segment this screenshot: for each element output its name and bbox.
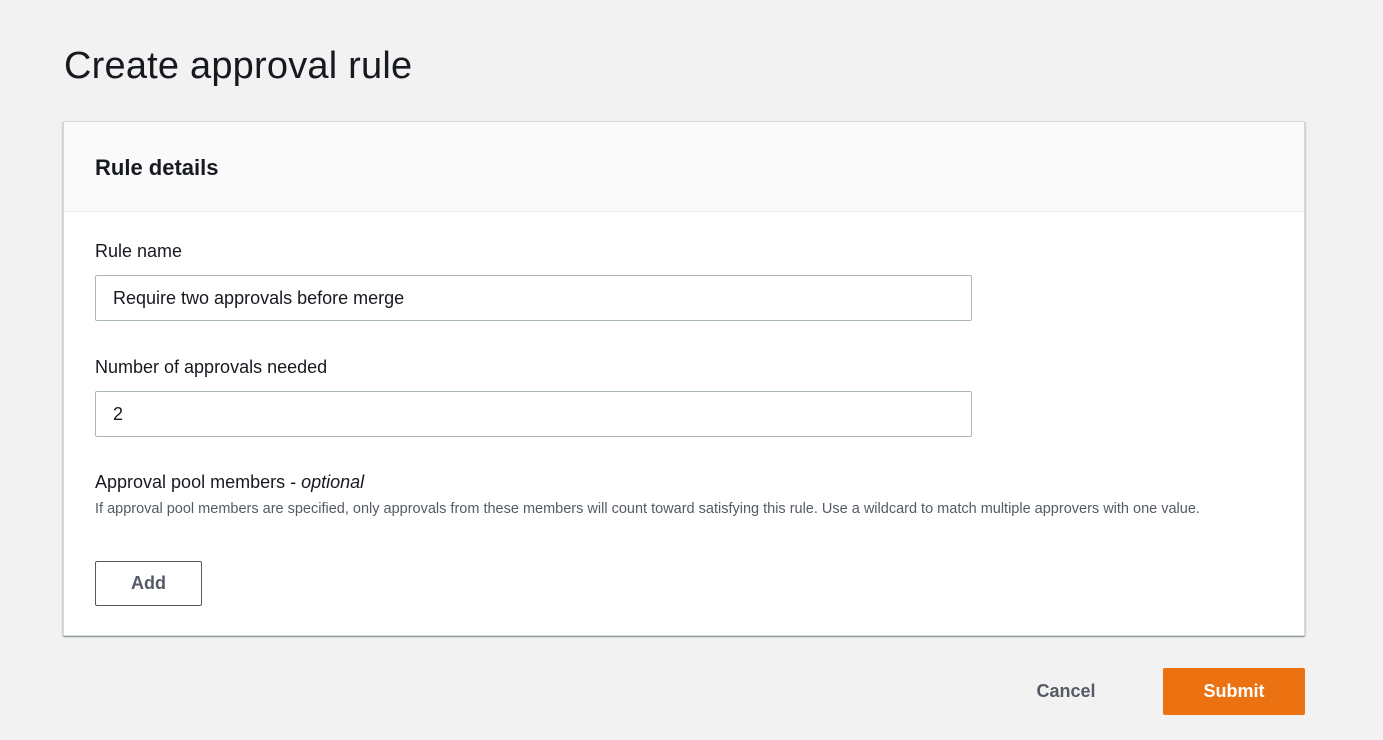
rule-name-label: Rule name	[95, 241, 183, 261]
page-title: Create approval rule	[64, 45, 413, 87]
rule-name-input[interactable]	[95, 275, 972, 321]
approval-pool-description: If approval pool members are specified, …	[95, 501, 1200, 517]
optional-tag: optional	[301, 472, 365, 492]
approvals-needed-input[interactable]	[95, 391, 972, 437]
rule-details-heading: Rule details	[95, 155, 219, 180]
cancel-button[interactable]: Cancel	[1018, 668, 1114, 714]
submit-button[interactable]: Submit	[1163, 668, 1305, 715]
approvals-needed-label: Number of approvals needed	[95, 357, 328, 377]
approval-pool-label: Approval pool members - optional	[95, 470, 364, 494]
approval-pool-label-text: Approval pool members -	[95, 472, 302, 492]
rule-details-header: Rule details	[64, 122, 1304, 212]
create-approval-rule-page: Create approval rule Rule details Rule n…	[0, 0, 1383, 740]
add-approval-pool-member-button[interactable]: Add	[95, 561, 202, 606]
rule-details-panel: Rule details Rule name Number of approva…	[63, 121, 1305, 636]
